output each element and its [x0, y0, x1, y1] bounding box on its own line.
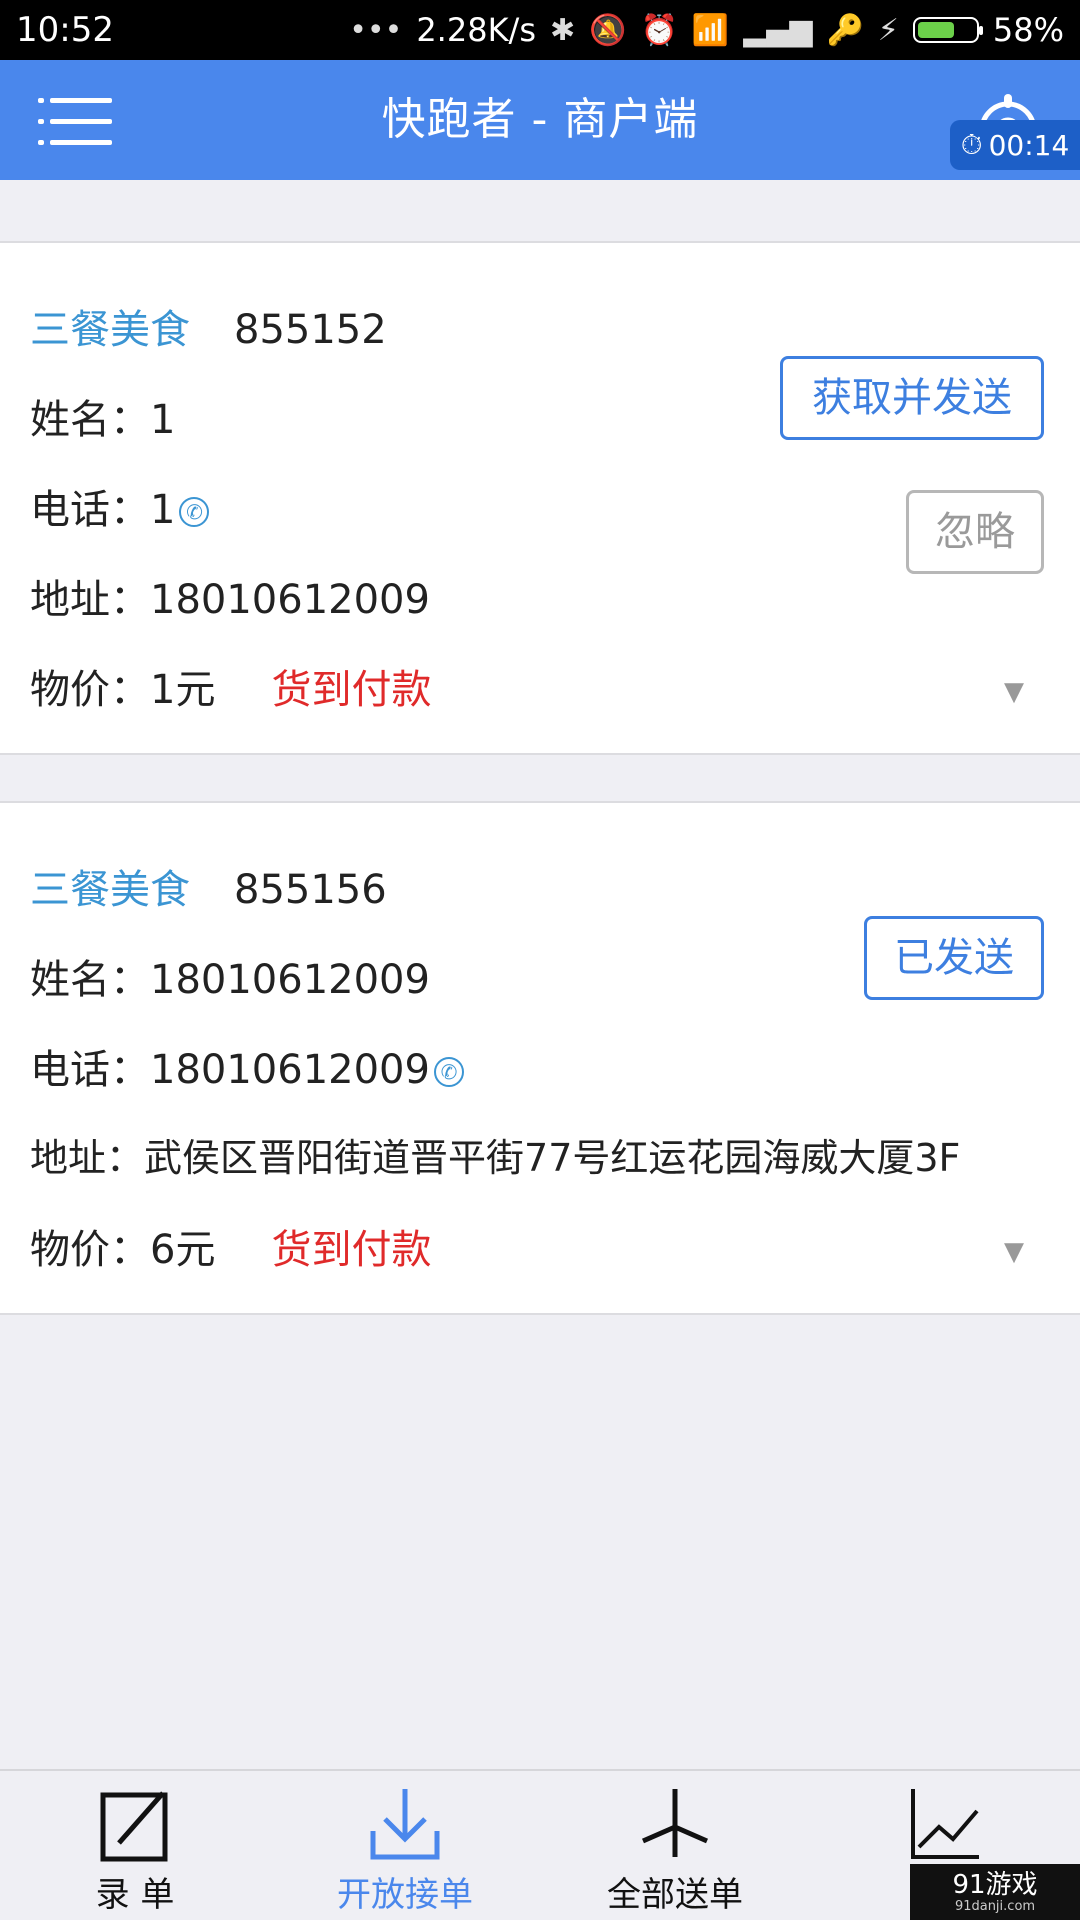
customer-name: 18010612009: [150, 957, 430, 1003]
order-header: 三餐美食 855152: [30, 297, 387, 355]
expand-arrow-icon[interactable]: ▼: [1004, 1237, 1024, 1267]
watermark-url: 91danji.com: [954, 1898, 1036, 1914]
phone-label: 电话：: [30, 487, 150, 533]
address-label: 地址：: [30, 577, 150, 623]
name-label: 姓名：: [30, 397, 150, 443]
timer-text: 00:14: [988, 128, 1070, 162]
bottom-tab-bar: 录 单 开放接单 全部送单 统 91游戏 91danji.com: [0, 1769, 1080, 1920]
more-dots-icon: •••: [349, 12, 403, 48]
ignore-button[interactable]: 忽略: [906, 490, 1044, 574]
edit-icon: [100, 1791, 168, 1862]
bluetooth-icon: ✱: [550, 12, 576, 48]
phone-call-icon[interactable]: ✆: [433, 1057, 464, 1087]
battery-icon: [912, 17, 983, 43]
branch-icon: [641, 1789, 709, 1857]
tab-record-order[interactable]: 录 单: [0, 1771, 270, 1920]
network-speed: 2.28K/s: [416, 11, 536, 49]
tab-open-orders[interactable]: 开放接单: [270, 1771, 540, 1920]
order-number: 855156: [234, 867, 387, 913]
address-row: 地址：18010612009: [30, 567, 430, 625]
order-card[interactable]: 三餐美食 855152 姓名：1 电话：1 ✆ 地址：18010612009 物价：…: [0, 241, 1080, 755]
phone-call-icon[interactable]: ✆: [179, 497, 210, 527]
payment-method: 货到付款: [271, 1227, 432, 1273]
chart-icon: [911, 1789, 979, 1859]
price-row: 物价：1元 货到付款: [30, 657, 431, 715]
signal-icon: ▂▄▆: [743, 12, 813, 48]
tab-label: 开放接单: [337, 1875, 473, 1915]
app-header: 快跑者 - 商户端 ⏱ 00:14: [0, 60, 1080, 180]
price-value: 6元: [150, 1227, 216, 1273]
status-time: 10:52: [16, 10, 114, 50]
wifi-icon: 📶: [691, 12, 730, 48]
timer-icon: ⏱: [960, 128, 983, 161]
phone-row: 电话：1 ✆: [30, 477, 210, 535]
customer-name-row: 姓名：18010612009: [30, 947, 430, 1005]
fetch-and-send-button[interactable]: 获取并发送: [780, 356, 1044, 440]
customer-name-row: 姓名：1: [30, 387, 175, 445]
price-label: 物价：: [30, 1227, 150, 1273]
expand-arrow-icon[interactable]: ▼: [1004, 677, 1024, 707]
alarm-icon: ⏰: [640, 12, 678, 48]
shop-name: 三餐美食: [30, 307, 190, 353]
download-icon: [370, 1789, 440, 1860]
address-value: 18010612009: [150, 577, 430, 623]
timer-badge: ⏱ 00:14: [950, 120, 1080, 170]
price-row: 物价：6元 货到付款: [30, 1217, 431, 1275]
watermark-logo: 91游戏 91danji.com: [910, 1864, 1080, 1920]
address-value: 武侯区晋阳街道晋平街77号红运花园海威大厦3F: [144, 1136, 961, 1180]
status-icons: ••• 2.28K/s ✱ 🔕 ⏰ 📶 ▂▄▆ 🔑 ⚡ 58%: [349, 11, 1064, 49]
mute-icon: 🔕: [589, 12, 627, 48]
tab-all-deliveries[interactable]: 全部送单: [540, 1771, 810, 1920]
price-value: 1元: [150, 667, 216, 713]
page-title: 快跑者 - 商户端: [381, 94, 699, 145]
sent-button[interactable]: 已发送: [864, 916, 1044, 1000]
key-icon: 🔑: [826, 12, 864, 48]
phone-label: 电话：: [30, 1047, 150, 1093]
tab-label: 录 单: [95, 1875, 175, 1915]
customer-name: 1: [150, 397, 176, 443]
address-label: 地址：: [30, 1136, 145, 1180]
order-header: 三餐美食 855156: [30, 857, 387, 915]
phone-row: 电话：18010612009 ✆: [30, 1037, 464, 1095]
watermark-text: 91游戏: [952, 1869, 1038, 1900]
phone-number: 1: [150, 487, 176, 533]
phone-number: 18010612009: [150, 1047, 430, 1093]
order-number: 855152: [234, 307, 387, 353]
tab-label: 全部送单: [607, 1875, 743, 1915]
address-row: 地址：武侯区晋阳街道晋平街77号红运花园海威大厦3F: [30, 1127, 960, 1182]
name-label: 姓名：: [30, 957, 150, 1003]
price-label: 物价：: [30, 667, 150, 713]
charging-icon: ⚡: [877, 12, 899, 48]
payment-method: 货到付款: [271, 667, 432, 713]
status-bar: 10:52 ••• 2.28K/s ✱ 🔕 ⏰ 📶 ▂▄▆ 🔑 ⚡ 58%: [0, 0, 1080, 60]
order-card[interactable]: 三餐美食 855156 姓名：18010612009 电话：18010612009…: [0, 801, 1080, 1315]
battery-percent: 58%: [992, 11, 1064, 49]
shop-name: 三餐美食: [30, 867, 190, 913]
